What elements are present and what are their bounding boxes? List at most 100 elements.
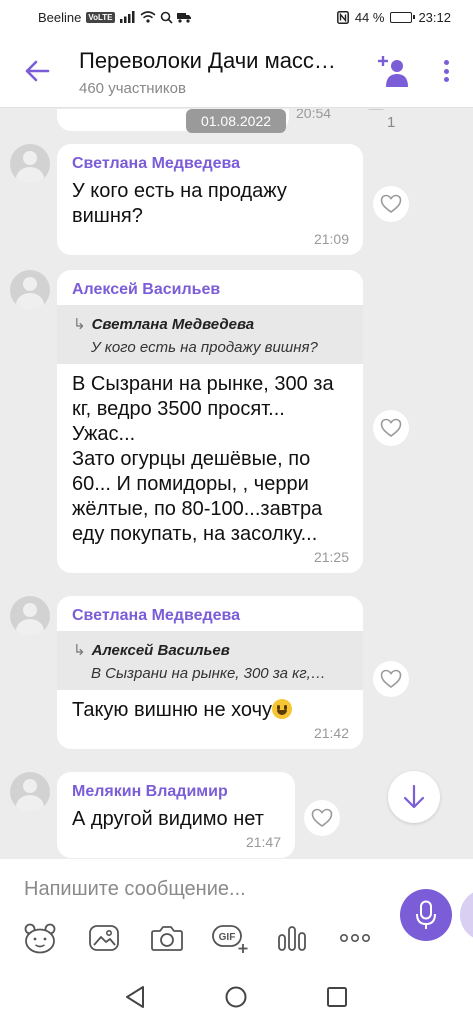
message-input[interactable] [24, 875, 364, 903]
gallery-button[interactable] [86, 920, 122, 956]
add-person-icon [378, 56, 408, 87]
nav-home-button[interactable] [224, 985, 248, 1009]
like-button[interactable] [304, 800, 340, 836]
quote-author: ↳ Светлана Медведева [73, 315, 349, 333]
previous-like-count: 1 [387, 114, 396, 131]
message-bubble[interactable]: Алексей Васильев ↳ Светлана Медведева У к… [57, 270, 363, 573]
like-button[interactable] [373, 661, 409, 697]
avatar[interactable] [10, 270, 50, 310]
like-button[interactable] [373, 410, 409, 446]
quote-text: У кого есть на продажу вишня? [91, 339, 318, 356]
status-left: Beeline VoLTE [38, 10, 192, 25]
composer: GIF [0, 859, 473, 967]
message-text: А другой видимо нет [72, 807, 281, 832]
gif-icon: GIF [212, 925, 248, 953]
kebab-dot [443, 68, 449, 74]
avatar[interactable] [10, 772, 50, 812]
message-time: 21:09 [313, 231, 349, 247]
wifi-icon [140, 11, 156, 23]
message-list[interactable]: 20:54 1 01.08.2022 Светлана Медведева У … [0, 109, 473, 859]
poll-bars-icon [278, 926, 306, 951]
quote-author-name: Светлана Медведева [91, 316, 255, 333]
avatar[interactable] [10, 596, 50, 636]
heart-icon [380, 418, 402, 437]
heart-icon [311, 808, 333, 827]
message-line: кг, ведро 3500 просят... [72, 398, 285, 420]
sender-name[interactable]: Светлана Медведева [72, 155, 349, 173]
battery-percent: 44 % [354, 9, 385, 25]
more-dots-icon [339, 933, 370, 943]
nfc-icon [336, 10, 349, 24]
message-bubble[interactable]: Мелякин Владимир А другой видимо нет 21:… [57, 772, 295, 858]
status-right: 44 % 23:12 [336, 9, 451, 25]
message-time: 21:42 [313, 725, 349, 741]
heart-icon [380, 669, 402, 688]
chat-header: Переволоки Дачи масс… 460 участников [0, 34, 473, 108]
date-separator: 01.08.2022 [186, 109, 286, 133]
kebab-dot [443, 77, 449, 82]
image-icon [89, 925, 119, 951]
reply-quote[interactable]: ↳ Светлана Медведева У кого есть на прода… [57, 305, 363, 364]
arrow-left-icon [25, 60, 50, 82]
message-bubble[interactable]: Светлана Медведева ↳ Алексей Васильев В С… [57, 596, 363, 749]
carrier-name: Beeline [38, 9, 82, 25]
menu-button[interactable] [438, 56, 454, 86]
message-text: Такую вишню не хочу [72, 698, 349, 723]
message-line: жёлтые, по 80-100...завтра [72, 498, 323, 520]
status-bar: Beeline VoLTE 44 % 23:12 [0, 0, 473, 34]
quote-author: ↳ Алексей Васильев [73, 641, 349, 659]
sticker-button[interactable] [22, 920, 58, 956]
reply-arrow-icon: ↳ [73, 316, 86, 333]
more-options-button[interactable] [337, 920, 373, 956]
sticker-bear-icon [24, 923, 56, 954]
camera-button[interactable] [149, 920, 185, 956]
reply-quote[interactable]: ↳ Алексей Васильев В Сызрани на рынке, 30… [57, 631, 363, 690]
nav-recents-icon [327, 987, 347, 1007]
message-text: В Сызрани на рынке, 300 за кг, ведро 350… [72, 372, 349, 547]
sender-name[interactable]: Светлана Медведева [72, 607, 349, 625]
add-member-button[interactable] [378, 54, 410, 88]
reply-arrow-icon: ↳ [73, 642, 86, 659]
previous-reaction-mark [368, 109, 384, 110]
message-line: У кого есть на продажу [72, 180, 287, 202]
kebab-menu-icon [443, 60, 449, 65]
gif-button[interactable]: GIF [211, 920, 251, 956]
message-text: У кого есть на продажу вишня? [72, 179, 349, 229]
sender-name[interactable]: Мелякин Владимир [72, 783, 281, 801]
like-button[interactable] [373, 186, 409, 222]
heart-icon [380, 194, 402, 213]
message-line: еду покупать, на засолку... [72, 523, 318, 545]
poll-button[interactable] [274, 920, 310, 956]
group-title[interactable]: Переволоки Дачи масс… [79, 48, 359, 74]
avatar[interactable] [10, 144, 50, 184]
member-count[interactable]: 460 участников [79, 80, 186, 97]
message-line: вишня? [72, 205, 143, 227]
quote-text: В Сызрани на рынке, 300 за кг,… [91, 665, 326, 682]
gif-label: GIF [219, 932, 236, 943]
message-line: Зато огурцы дешёвые, по [72, 448, 311, 470]
volte-badge: VoLTE [86, 11, 115, 23]
nav-back-icon [126, 986, 144, 1008]
nav-back-button[interactable] [123, 985, 147, 1009]
message-line: В Сызрани на рынке, 300 за [72, 373, 334, 395]
message-line: 60... И помидоры, , черри [72, 473, 309, 495]
smile-emoji-icon [272, 699, 293, 719]
scroll-to-bottom-button[interactable] [388, 771, 440, 823]
previous-message-time: 20:54 [296, 109, 332, 121]
voice-message-button[interactable] [400, 889, 452, 941]
microphone-icon [416, 900, 436, 929]
message-bubble[interactable]: Светлана Медведева У кого есть на продаж… [57, 144, 363, 255]
search-status-icon [160, 11, 173, 24]
sender-name[interactable]: Алексей Васильев [72, 281, 349, 299]
battery-icon [390, 11, 416, 23]
quote-author-name: Алексей Васильев [91, 642, 230, 659]
message-time: 21:25 [313, 549, 349, 565]
nav-recents-button[interactable] [325, 985, 349, 1009]
clock: 23:12 [418, 9, 451, 25]
system-nav-bar [0, 967, 473, 1024]
back-button[interactable] [20, 54, 54, 88]
message-line: Такую вишню не хочу [72, 699, 273, 721]
truck-status-icon [176, 13, 191, 23]
secondary-action-edge[interactable] [460, 889, 473, 941]
signal-icon [119, 11, 135, 23]
